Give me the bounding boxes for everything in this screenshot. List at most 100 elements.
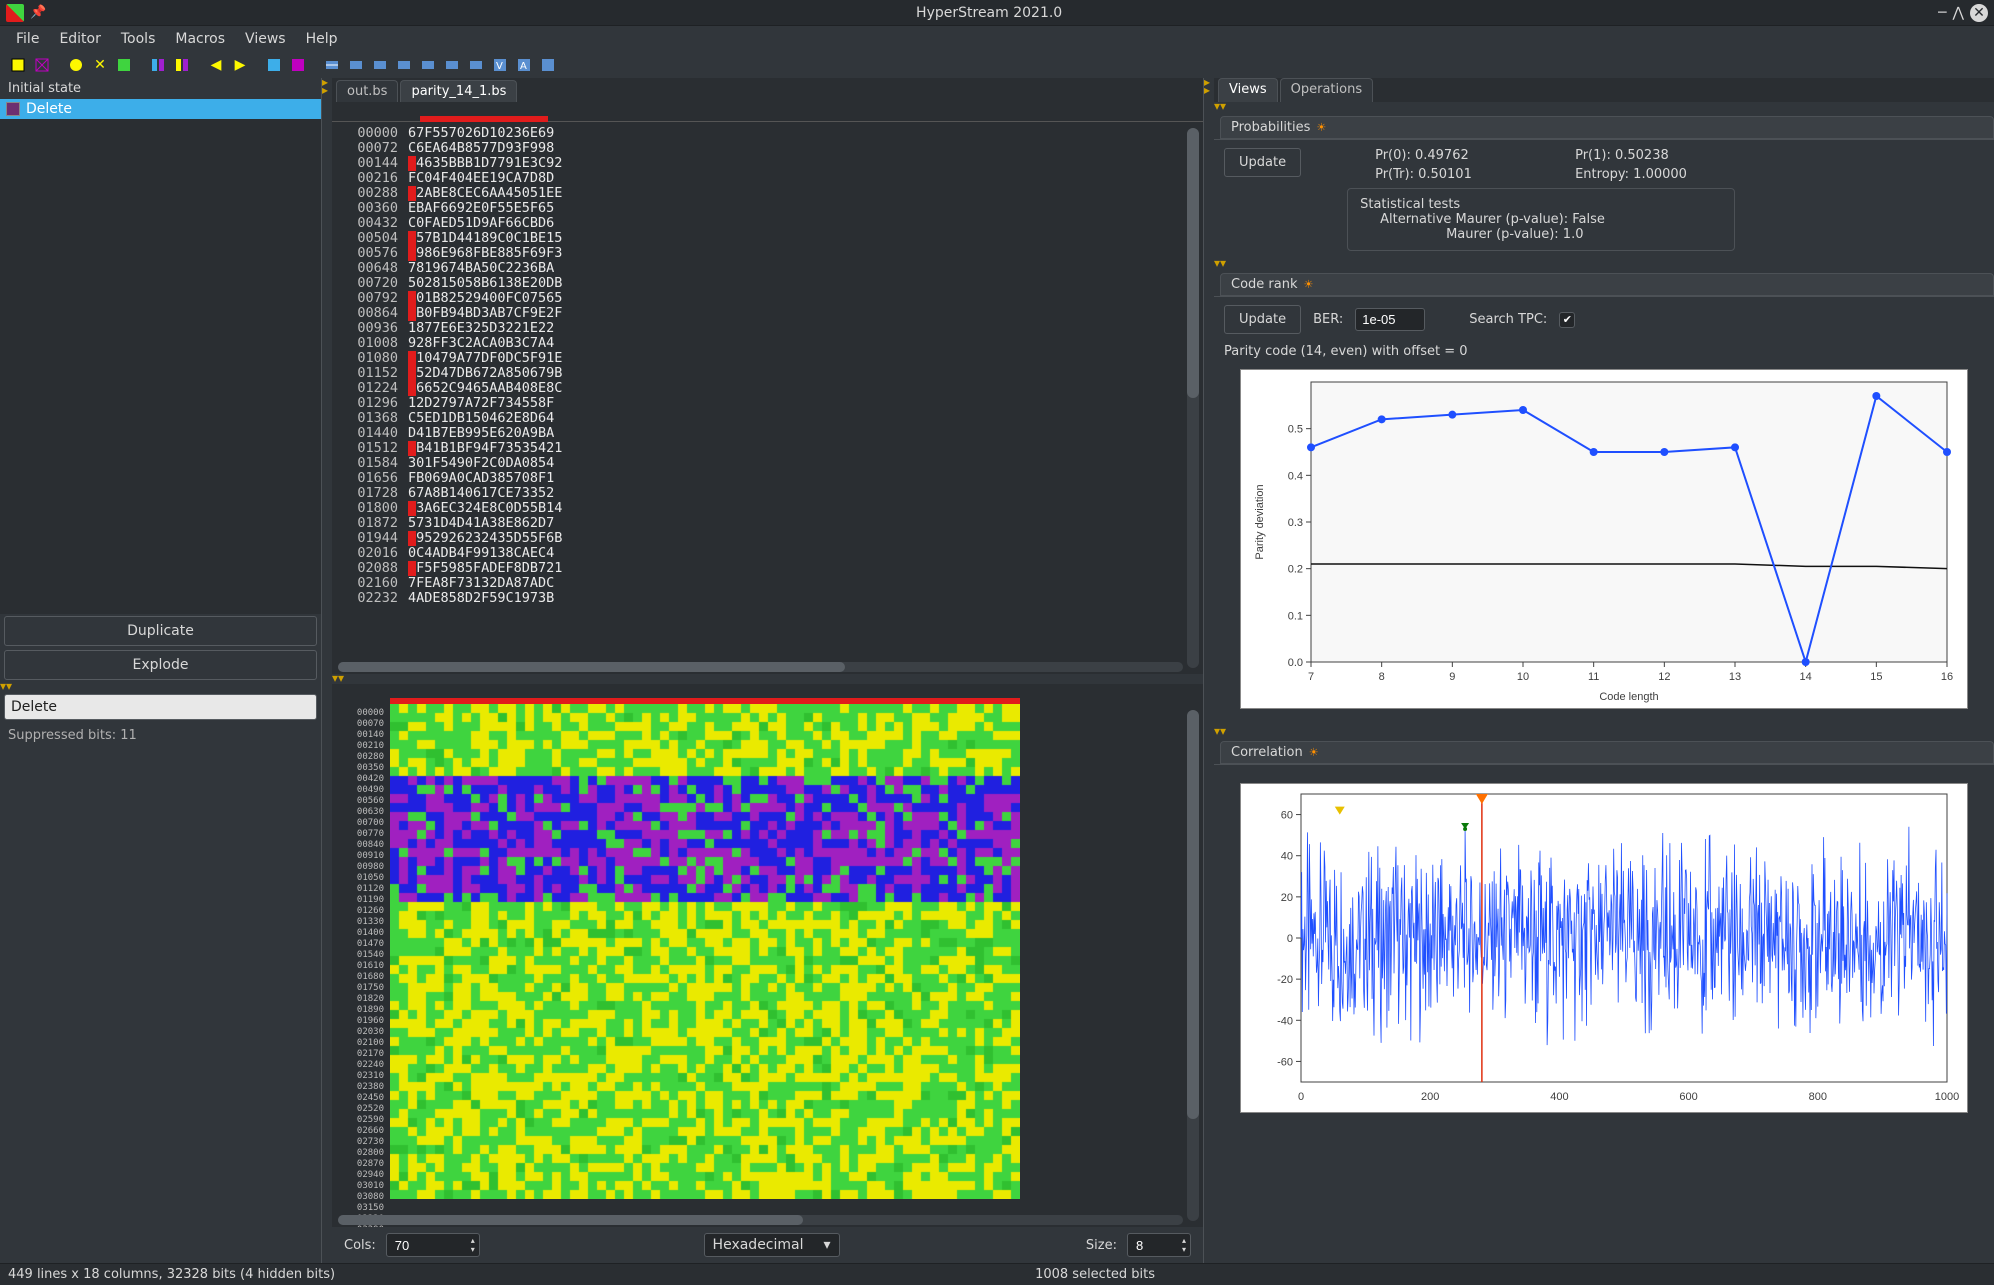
matrix-viewer[interactable]: 00000 00070 00140 00210 00280 00350 0042…	[332, 684, 1203, 1227]
menu-tools[interactable]: Tools	[111, 27, 166, 51]
menu-views[interactable]: Views	[235, 27, 296, 51]
tb-icon-12[interactable]	[322, 55, 342, 75]
tb-icon-18[interactable]	[466, 55, 486, 75]
hex-row[interactable]: 01224 6652C9465AAB408E8C	[338, 381, 1197, 396]
explode-button[interactable]: Explode	[4, 650, 317, 680]
macro-item-delete[interactable]: Delete	[0, 99, 321, 119]
hex-row[interactable]: 00216FC04F404EE19CA7D8D	[338, 171, 1197, 186]
hex-row[interactable]: 01584301F5490F2C0DA0854	[338, 456, 1197, 471]
tb-icon-20[interactable]: A	[514, 55, 534, 75]
hex-row[interactable]: 00072C6EA64B8577D93F998	[338, 141, 1197, 156]
hex-scrollbar-h[interactable]	[338, 662, 1183, 672]
right-splitter-3[interactable]: ▾▾	[1214, 727, 1994, 737]
hex-row[interactable]: 0000067F557026D10236E69	[338, 126, 1197, 141]
right-splitter-2[interactable]: ▾▾	[1214, 259, 1994, 269]
hex-row[interactable]: 00576 986E968FBE885F69F3	[338, 246, 1197, 261]
hex-row[interactable]: 00288 2ABE8CEC6AA45051EE	[338, 186, 1197, 201]
hex-row[interactable]: 00144 4635BBB1D7791E3C92	[338, 156, 1197, 171]
maximize-icon[interactable]: ⋀	[1953, 5, 1964, 21]
correlation-header[interactable]: Correlation☀	[1220, 741, 1994, 764]
tb-icon-13[interactable]	[346, 55, 366, 75]
hex-row[interactable]: 00864 B0FB94BD3AB7CF9E2F	[338, 306, 1197, 321]
hex-row[interactable]: 01800 3A6EC324E8C0D55B14	[338, 501, 1197, 516]
encoding-combo[interactable]: Hexadecimal ▾	[704, 1233, 840, 1257]
hex-row[interactable]: 01080 10479A77DF0DC5F91E	[338, 351, 1197, 366]
tb-icon-2[interactable]	[32, 55, 52, 75]
tb-icon-15[interactable]	[394, 55, 414, 75]
tb-icon-3[interactable]	[66, 55, 86, 75]
hex-row[interactable]: 00504 57B1D44189C0C1BE15	[338, 231, 1197, 246]
menu-macros[interactable]: Macros	[165, 27, 235, 51]
tb-icon-8[interactable]: ◀	[206, 55, 226, 75]
hex-row[interactable]: 020160C4ADB4F99138CAEC4	[338, 546, 1197, 561]
tb-icon-10[interactable]	[264, 55, 284, 75]
coderank-header[interactable]: Code rank☀	[1220, 273, 1994, 296]
tab-views[interactable]: Views	[1218, 78, 1278, 102]
menu-editor[interactable]: Editor	[49, 27, 110, 51]
coderank-update-button[interactable]: Update	[1224, 305, 1301, 334]
hex-row[interactable]: 01368C5ED1DB150462E8D64	[338, 411, 1197, 426]
hex-row[interactable]: 01656FB069A0CAD385708F1	[338, 471, 1197, 486]
splitter-center-right[interactable]: ▸▸	[1204, 78, 1214, 1263]
inspect-field[interactable]: Delete	[4, 694, 317, 720]
splitter-left-center[interactable]: ▸▸	[322, 78, 332, 1263]
hex-row[interactable]: 0129612D2797A72F734558F	[338, 396, 1197, 411]
hex-row[interactable]: 009361877E6E325D3221E22	[338, 321, 1197, 336]
tb-icon-1[interactable]	[8, 55, 28, 75]
tb-icon-21[interactable]	[538, 55, 558, 75]
tb-icon-9[interactable]: ▶	[230, 55, 250, 75]
hex-row[interactable]: 01440D41B7EB995E620A9BA	[338, 426, 1197, 441]
hex-row[interactable]: 00720502815058B6138E20DB	[338, 276, 1197, 291]
hex-viewer[interactable]: 0000067F557026D10236E6900072C6EA64B8577D…	[332, 102, 1203, 674]
hex-row[interactable]: 01008928FF3C2ACA0B3C7A4	[338, 336, 1197, 351]
tb-icon-14[interactable]	[370, 55, 390, 75]
duplicate-button[interactable]: Duplicate	[4, 616, 317, 646]
tb-icon-17[interactable]	[442, 55, 462, 75]
tb-icon-4[interactable]: ✕	[90, 55, 110, 75]
hex-row[interactable]: 021607FEA8F73132DA87ADC	[338, 576, 1197, 591]
tb-icon-7[interactable]	[172, 55, 192, 75]
hex-row[interactable]: 0172867A8B140617CE73352	[338, 486, 1197, 501]
tab-out-bs[interactable]: out.bs	[336, 80, 398, 102]
size-input[interactable]	[1132, 1236, 1182, 1255]
tab-operations[interactable]: Operations	[1280, 78, 1373, 102]
hex-row[interactable]: 00432C0FAED51D9AF66CBD6	[338, 216, 1197, 231]
hex-row[interactable]: 00792 01B82529400FC07565	[338, 291, 1197, 306]
hex-row[interactable]: 00360EBAF6692E0F55E5F65	[338, 201, 1197, 216]
probabilities-header[interactable]: Probabilities☀	[1220, 116, 1994, 139]
matrix-scrollbar-h[interactable]	[338, 1215, 1183, 1225]
coderank-plot[interactable]: 0.00.10.20.30.40.578910111213141516Code …	[1240, 369, 1968, 709]
tb-icon-11[interactable]	[288, 55, 308, 75]
right-splitter-1[interactable]: ▾▾	[1214, 102, 1994, 112]
menu-help[interactable]: Help	[296, 27, 348, 51]
tb-icon-5[interactable]	[114, 55, 134, 75]
tb-icon-19[interactable]: V	[490, 55, 510, 75]
tb-icon-16[interactable]	[418, 55, 438, 75]
size-spinner[interactable]: ▴▾	[1127, 1233, 1191, 1257]
left-splitter[interactable]: ▾▾	[0, 682, 321, 692]
hex-row[interactable]: 018725731D4D41A38E862D7	[338, 516, 1197, 531]
hex-row[interactable]: 01512 B41B1BF94F73535421	[338, 441, 1197, 456]
prob-update-button[interactable]: Update	[1224, 148, 1301, 177]
matrix-scrollbar-v[interactable]	[1187, 710, 1199, 1221]
close-icon[interactable]: ✕	[1970, 4, 1988, 22]
tab-parity-14-1-bs[interactable]: parity_14_1.bs	[400, 80, 517, 102]
hex-row[interactable]: 022324ADE858D2F59C1973B	[338, 591, 1197, 606]
macro-list[interactable]: Delete	[0, 99, 321, 614]
menu-file[interactable]: File	[6, 27, 49, 51]
spinner-arrows-icon[interactable]: ▴▾	[1182, 1236, 1186, 1254]
cols-input[interactable]	[391, 1236, 471, 1255]
hex-scrollbar-v[interactable]	[1187, 128, 1199, 668]
hex-row[interactable]: 006487819674BA50C2236BA	[338, 261, 1197, 276]
ber-input[interactable]	[1355, 308, 1425, 331]
minimize-icon[interactable]: ─	[1938, 5, 1946, 21]
hex-row[interactable]: 02088 F5F5985FADEF8DB721	[338, 561, 1197, 576]
hex-row[interactable]: 01944 952926232435D55F6B	[338, 531, 1197, 546]
tb-icon-6[interactable]	[148, 55, 168, 75]
hex-row[interactable]: 01152 52D47DB672A850679B	[338, 366, 1197, 381]
tpc-checkbox[interactable]: ✔	[1559, 312, 1575, 328]
cols-spinner[interactable]: ▴▾	[386, 1233, 480, 1257]
spinner-arrows-icon[interactable]: ▴▾	[471, 1236, 475, 1254]
pin-icon[interactable]: 📌	[30, 5, 46, 20]
center-splitter[interactable]: ▾▾	[332, 674, 1203, 684]
